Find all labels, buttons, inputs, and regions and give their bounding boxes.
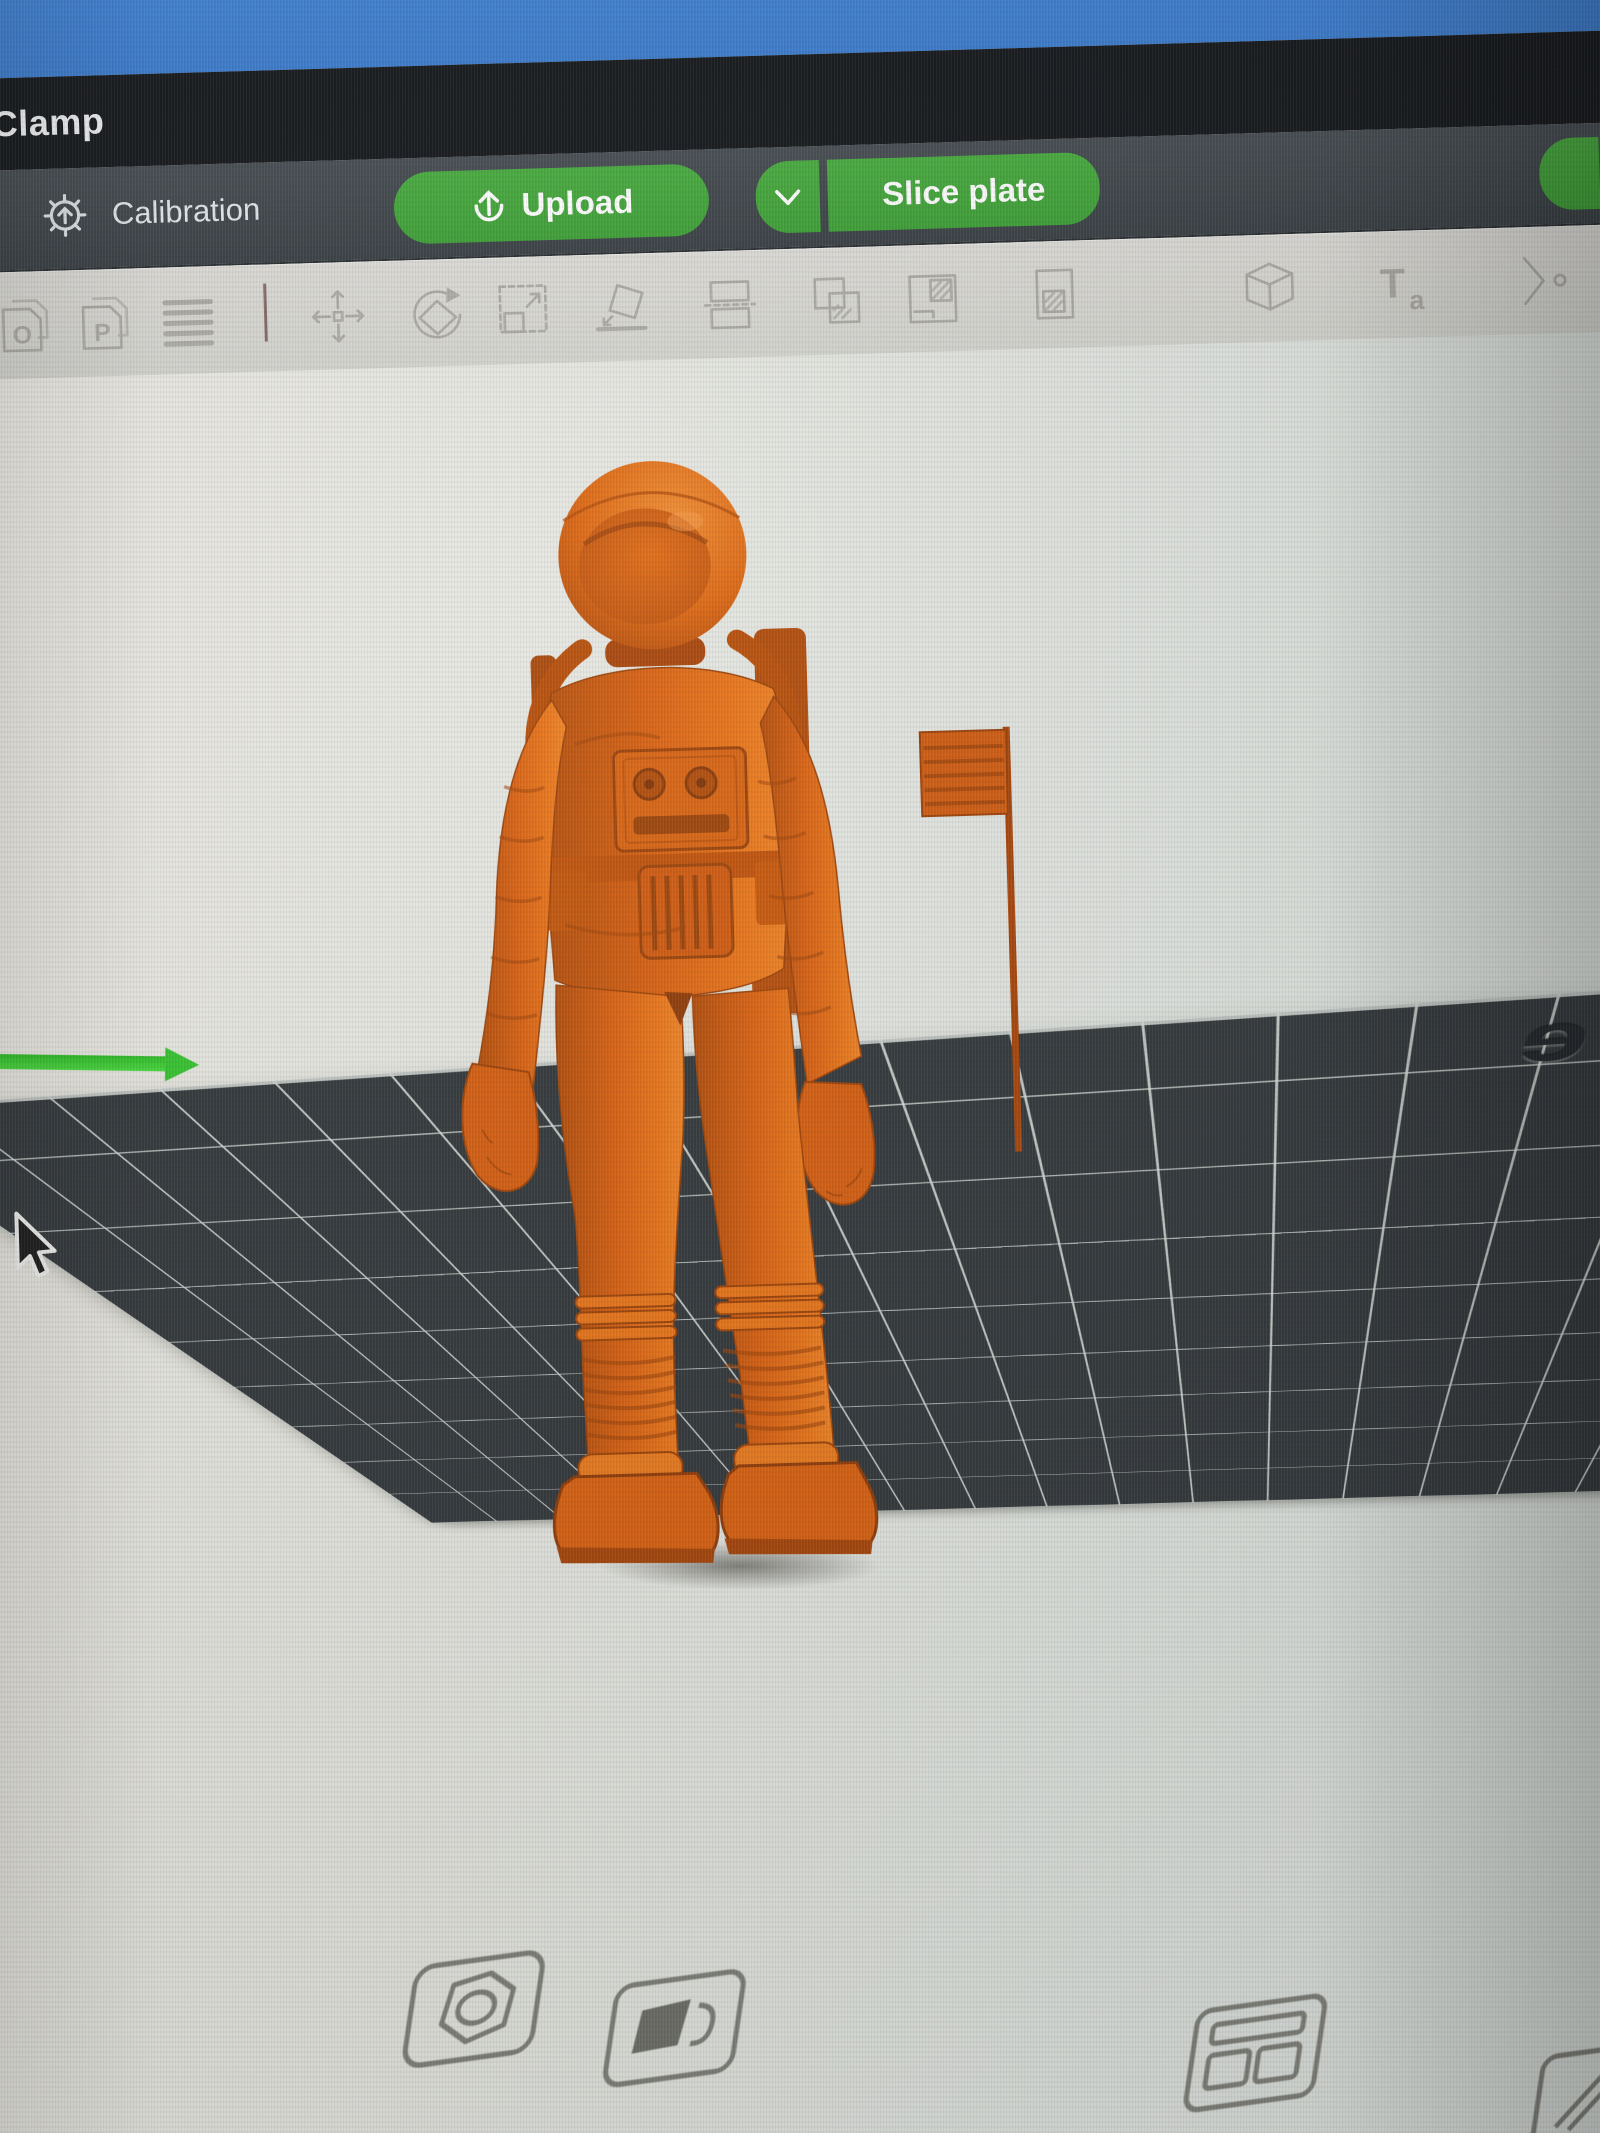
3d-viewport[interactable]: PEI Plate xyxy=(0,331,1600,2133)
corner-marker-glyph xyxy=(1520,2033,1600,2133)
cube-primitive-icon[interactable] xyxy=(1238,257,1302,321)
window-hatch-icon[interactable] xyxy=(901,267,965,331)
text-tool-glyph: T a xyxy=(1371,253,1435,317)
contrast-marker-glyph xyxy=(593,1962,758,2093)
slice-plate-label: Slice plate xyxy=(882,170,1046,213)
upload-button[interactable]: Upload xyxy=(393,163,710,244)
corner-hatch-glyph xyxy=(1024,263,1088,327)
move-glyph xyxy=(306,284,370,348)
lens-marker-glyph xyxy=(392,1943,557,2074)
mouse-cursor xyxy=(12,1210,64,1281)
grid-marker-icon[interactable] xyxy=(1173,1987,1339,2123)
object-list-icon[interactable] xyxy=(156,289,220,353)
cut-icon[interactable] xyxy=(698,273,762,337)
window-hatch-glyph xyxy=(901,267,965,331)
open-file-o-icon[interactable]: O xyxy=(0,294,58,358)
screen-photo: tion Clamp Calibration Upload xyxy=(0,0,1600,2133)
astronaut-model[interactable] xyxy=(436,440,1090,1598)
lens-marker-icon[interactable] xyxy=(392,1943,558,2079)
svg-text:T: T xyxy=(1379,260,1406,307)
seam-icon[interactable] xyxy=(1516,249,1580,313)
slice-plate-button[interactable]: Slice plate xyxy=(827,152,1101,232)
gear-up-arrow-icon xyxy=(41,192,88,239)
corner-marker-icon[interactable] xyxy=(1519,2033,1600,2133)
open-file-o-glyph: O xyxy=(0,294,58,358)
lay-on-face-glyph xyxy=(588,276,652,340)
split-overlap-glyph xyxy=(804,270,868,334)
app-window: tion Clamp Calibration Upload xyxy=(0,0,1600,2133)
slice-dropdown-button[interactable] xyxy=(755,160,821,234)
calibration-label: Calibration xyxy=(111,192,260,232)
open-file-p-glyph: P xyxy=(74,291,138,355)
helmet xyxy=(556,458,749,651)
scale-glyph xyxy=(491,279,555,343)
chevron-down-icon xyxy=(769,181,806,212)
cube-primitive-glyph xyxy=(1238,257,1302,321)
green-axis-arrow xyxy=(0,1053,167,1072)
corner-hatch-icon[interactable] xyxy=(1024,263,1088,327)
calibration-menu[interactable]: Calibration xyxy=(41,187,260,239)
partial-right-button[interactable] xyxy=(1538,137,1600,211)
upload-label: Upload xyxy=(521,183,634,224)
upload-arrow-icon xyxy=(469,186,508,225)
toolbar-divider xyxy=(263,283,268,341)
object-list-glyph xyxy=(156,289,220,353)
rotate-icon[interactable] xyxy=(401,282,465,346)
plate-embossed-text-mirrored: PEI Plate xyxy=(1492,949,1600,1079)
rotate-glyph xyxy=(401,282,465,346)
scale-icon[interactable] xyxy=(491,279,555,343)
move-icon[interactable] xyxy=(306,284,370,348)
contrast-marker-icon[interactable] xyxy=(592,1962,758,2098)
lay-on-face-icon[interactable] xyxy=(588,276,652,340)
boots xyxy=(552,1441,878,1568)
cut-glyph xyxy=(698,273,762,337)
window-title: tion Clamp xyxy=(0,100,105,148)
split-overlap-icon[interactable] xyxy=(804,270,868,334)
open-file-p-icon[interactable]: P xyxy=(74,291,138,355)
text-tool-icon[interactable]: T a xyxy=(1371,253,1435,317)
svg-text:O: O xyxy=(12,322,32,350)
flag-accessory xyxy=(920,727,1023,1154)
seam-glyph xyxy=(1516,249,1580,313)
grid-marker-glyph xyxy=(1174,1987,1339,2118)
svg-text:a: a xyxy=(1409,285,1426,315)
svg-text:P: P xyxy=(94,320,111,347)
chest-panel xyxy=(613,747,748,851)
